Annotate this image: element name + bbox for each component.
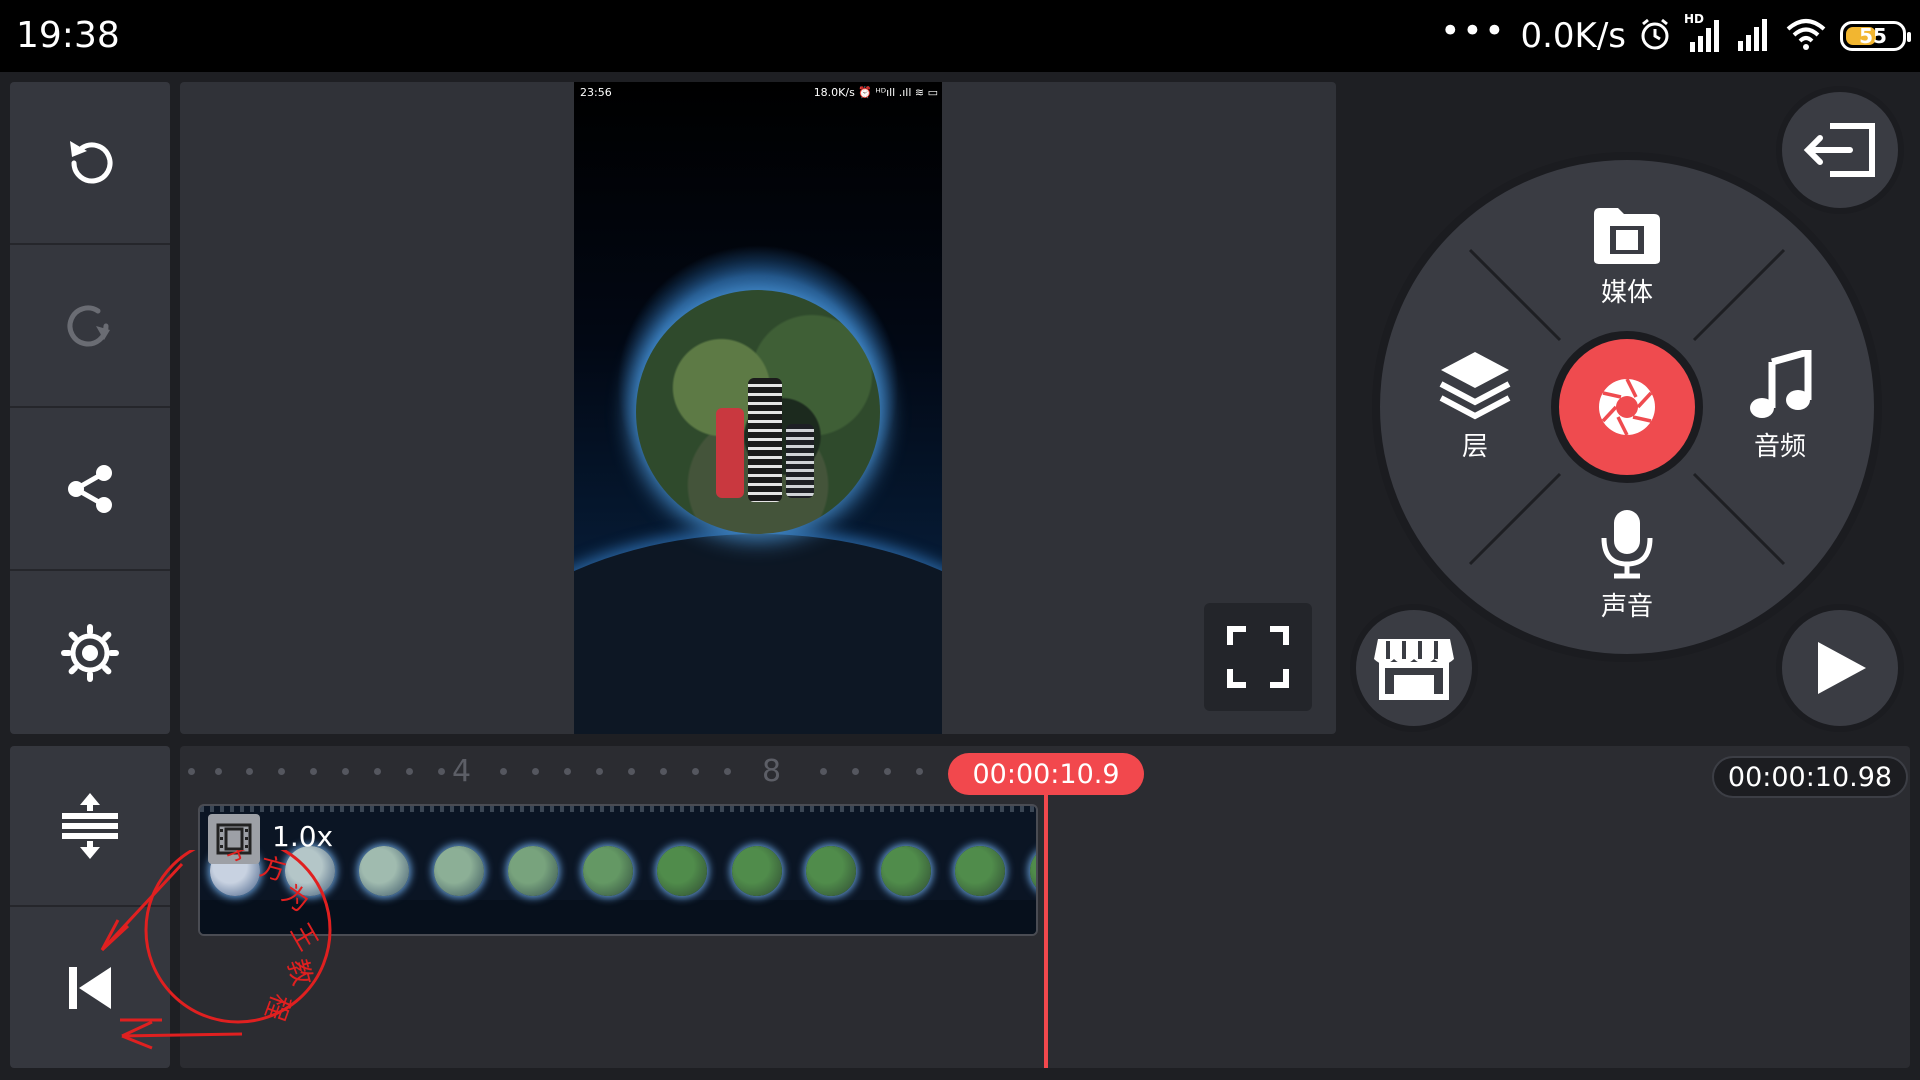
- ruler-tick: [342, 768, 349, 775]
- layer-label: 层: [1461, 432, 1488, 462]
- ruler-tick: [692, 768, 699, 775]
- clip-thumbnail: [359, 846, 409, 896]
- undo-icon: [70, 140, 113, 183]
- ruler-tick: [564, 768, 571, 775]
- battery-icon: 55: [1840, 21, 1911, 51]
- battery-level: 55: [1859, 24, 1887, 48]
- ruler-tick: [374, 768, 381, 775]
- signal-icon: [1736, 17, 1772, 55]
- ruler-tick: [438, 768, 445, 775]
- ruler-tick: [724, 768, 731, 775]
- clip-thumbnail: [955, 846, 1005, 896]
- voice-button[interactable]: 声音: [1567, 508, 1687, 623]
- left-toolbar: [10, 82, 170, 734]
- ruler-tick: [278, 768, 285, 775]
- timeline-panel[interactable]: 4 8 1.0x 00:00:10.9 00:00:10.98: [180, 746, 1910, 1068]
- ruler-tick: [596, 768, 603, 775]
- clip-film-edge: [200, 806, 1036, 812]
- hd-signal-icon: HD: [1684, 12, 1722, 54]
- clip-thumbnail: [1029, 846, 1036, 896]
- clip-thumbnail: [433, 846, 484, 896]
- clip-thumbnail: [657, 846, 707, 896]
- media-label: 媒体: [1600, 278, 1653, 308]
- media-folder-icon: [1594, 208, 1660, 264]
- status-time: 19:38: [16, 15, 120, 56]
- record-button[interactable]: [1551, 331, 1703, 483]
- gear-icon: [61, 623, 119, 682]
- microphone-icon: [1601, 510, 1653, 579]
- preview-status-icons: 18.0K/s ⏰ ᴴᴰıll .ıll ≋ ▭: [813, 86, 938, 99]
- network-speed: 0.0K/s: [1520, 16, 1626, 56]
- person-mother: [748, 378, 782, 502]
- ruler-tick: [406, 768, 413, 775]
- svg-text:方: 方: [256, 852, 289, 888]
- store-button[interactable]: [1350, 604, 1478, 732]
- wifi-icon: [1786, 17, 1826, 55]
- undo-button[interactable]: [10, 82, 170, 245]
- clip-thumbnail: [508, 846, 558, 896]
- ruler-tick: [916, 768, 923, 775]
- camera-shutter-icon: [1599, 378, 1655, 436]
- playhead-line[interactable]: [1044, 794, 1048, 1068]
- preview-video[interactable]: 23:56 18.0K/s ⏰ ᴴᴰıll .ıll ≋ ▭: [574, 82, 942, 734]
- status-bar: 19:38 ••• 0.0K/s HD 55: [0, 0, 1920, 72]
- watermark-stamp: 学 方 为 王 教 程: [100, 850, 332, 1050]
- clip-thumbnail: [880, 846, 931, 896]
- clip-thumbnail: [731, 846, 782, 896]
- ruler-label: 4: [452, 754, 472, 789]
- person-boy: [786, 424, 814, 498]
- preview-statusbar: 23:56 18.0K/s ⏰ ᴴᴰıll .ıll ≋ ▭: [574, 82, 942, 106]
- share-button[interactable]: [10, 408, 170, 571]
- planet-horizon: [574, 534, 942, 734]
- total-duration: 00:00:10.98: [1712, 756, 1908, 798]
- ruler-tick: [628, 768, 635, 775]
- ruler-tick: [532, 768, 539, 775]
- audio-button[interactable]: 音频: [1720, 350, 1840, 463]
- clip-thumbnail: [582, 846, 633, 896]
- ruler-tick: [310, 768, 317, 775]
- voice-label: 声音: [1600, 592, 1653, 622]
- status-icons: ••• 0.0K/s HD 55: [1440, 11, 1911, 58]
- store-icon: [1374, 639, 1454, 700]
- play-button[interactable]: [1776, 604, 1904, 732]
- family-photo: [636, 290, 880, 534]
- ruler-tick: [660, 768, 667, 775]
- ruler-tick: [215, 768, 222, 775]
- clip-thumbnail: [806, 846, 856, 896]
- person-girl: [716, 408, 744, 498]
- settings-button[interactable]: [10, 571, 170, 734]
- audio-label: 音频: [1753, 432, 1806, 462]
- svg-text:王: 王: [284, 919, 323, 957]
- ruler-tick: [884, 768, 891, 775]
- redo-icon: [67, 304, 110, 346]
- layer-button[interactable]: 层: [1415, 350, 1535, 463]
- ruler-tick: [820, 768, 827, 775]
- play-icon: [1818, 642, 1866, 694]
- redo-button[interactable]: [10, 245, 170, 408]
- svg-text:学: 学: [220, 850, 255, 869]
- preview-panel: 23:56 18.0K/s ⏰ ᴴᴰıll .ıll ≋ ▭: [180, 82, 1336, 734]
- clip-speed: 1.0x: [272, 820, 334, 853]
- layers-icon: [1439, 352, 1511, 420]
- radial-menu: 媒体 层 音频 声音: [1372, 152, 1882, 662]
- status-dots: •••: [1440, 11, 1507, 51]
- ruler-tick: [246, 768, 253, 775]
- fullscreen-button[interactable]: [1204, 603, 1312, 711]
- ruler-tick: [852, 768, 859, 775]
- ruler-label: 8: [762, 754, 782, 789]
- share-icon: [68, 464, 112, 513]
- battery-cap: [1907, 32, 1911, 42]
- fullscreen-icon: [1227, 626, 1289, 688]
- ruler-tick: [500, 768, 507, 775]
- playhead-time: 00:00:10.9: [948, 753, 1144, 795]
- media-button[interactable]: 媒体: [1567, 204, 1687, 309]
- alarm-icon: [1640, 17, 1670, 55]
- ruler-tick: [188, 768, 195, 775]
- music-note-icon: [1750, 350, 1812, 418]
- preview-time: 23:56: [580, 86, 612, 99]
